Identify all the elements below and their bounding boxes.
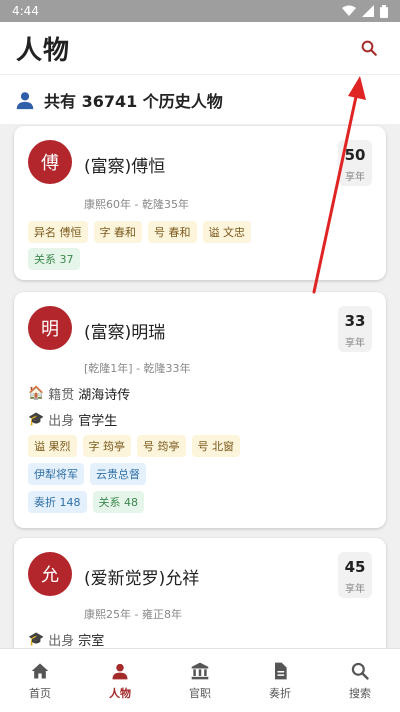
native-place-row: 🏠 籍贯 湖海诗传	[28, 384, 130, 403]
nav-memorials[interactable]: 奏折	[240, 649, 320, 712]
life-dates: 康熙25年 - 雍正8年	[84, 608, 182, 621]
native-place-value: 湖海诗传	[78, 388, 131, 403]
person-name: (富察)明瑞	[84, 323, 166, 343]
age-unit: 享年	[345, 172, 365, 183]
alias-tag: 号 筠亭	[137, 435, 186, 457]
summary-text: 共有 36741 个历史人物	[44, 91, 223, 111]
person-card[interactable]: 明 (富察)明瑞 33 享年 [乾隆1年] - 乾隆33年 🏠 籍贯 湖海诗传 …	[14, 292, 386, 528]
person-list[interactable]: 傅 (富察)傅恒 50 享年 康熙60年 - 乾隆35年 异名 傅恒 字 春和 …	[0, 124, 400, 648]
nav-label: 首页	[29, 686, 51, 700]
search-icon	[351, 662, 369, 680]
origin-row: 🎓 出身 官学生	[28, 410, 117, 429]
alias-tag: 异名 傅恒	[28, 221, 88, 243]
battery-icon	[380, 4, 388, 18]
document-icon	[275, 662, 287, 679]
status-bar: 4:44	[0, 0, 400, 22]
position-tag[interactable]: 云贵总督	[90, 463, 146, 485]
origin-row: 🎓 出身 宗室	[28, 630, 104, 648]
stat-tags: 关系 37	[28, 248, 372, 270]
age-number: 45	[344, 558, 366, 576]
native-place-label: 籍贯	[48, 388, 75, 403]
alias-tag: 谥 文忠	[202, 221, 251, 243]
position-tag[interactable]: 伊犁将军	[28, 463, 84, 485]
nav-official-posts[interactable]: 官职	[160, 649, 240, 712]
relations-tag[interactable]: 关系 37	[28, 248, 80, 270]
nav-label: 官职	[189, 686, 211, 700]
status-time: 4:44	[12, 4, 39, 18]
alias-tag: 号 北窗	[191, 435, 240, 457]
alias-tags: 异名 傅恒 字 春和 号 春和 谥 文忠	[28, 221, 372, 243]
nav-label: 人物	[109, 686, 131, 700]
life-dates: 康熙60年 - 乾隆35年	[84, 198, 189, 211]
age-badge: 50 享年	[338, 140, 372, 186]
nav-person[interactable]: 人物	[80, 649, 160, 712]
bottom-navigation: 首页 人物 官职 奏折 搜索	[0, 648, 400, 712]
alias-tag: 号 春和	[148, 221, 197, 243]
origin-value: 官学生	[78, 414, 118, 429]
nav-label: 搜索	[349, 686, 371, 700]
person-icon	[112, 663, 128, 679]
search-icon	[361, 40, 377, 56]
top-app-bar: 人物	[0, 22, 400, 74]
age-unit: 享年	[345, 338, 365, 349]
wifi-icon	[342, 5, 356, 16]
person-name: (富察)傅恒	[84, 157, 166, 177]
alias-tags: 谥 果烈 字 筠亭 号 筠亭 号 北窗	[28, 435, 372, 457]
age-unit: 享年	[345, 584, 365, 595]
person-card[interactable]: 允 (爱新觉罗)允祥 45 享年 康熙25年 - 雍正8年 🎓 出身 宗室	[14, 538, 386, 648]
age-number: 50	[344, 146, 366, 164]
memorials-tag[interactable]: 奏折 148	[28, 491, 87, 513]
bank-icon	[191, 662, 209, 679]
nav-search[interactable]: 搜索	[320, 649, 400, 712]
origin-label: 出身	[48, 634, 75, 648]
age-badge: 33 享年	[338, 306, 372, 352]
summary-bar: 共有 36741 个历史人物	[0, 74, 400, 124]
graduation-cap-icon: 🎓	[28, 412, 45, 427]
stat-tags: 奏折 148 关系 48	[28, 491, 372, 513]
status-icons	[342, 4, 388, 18]
page-title: 人物	[16, 35, 71, 66]
life-dates: [乾隆1年] - 乾隆33年	[84, 362, 191, 375]
origin-label: 出身	[48, 414, 75, 429]
origin-value: 宗室	[78, 634, 105, 648]
age-badge: 45 享年	[338, 552, 372, 598]
house-icon: 🏠	[28, 386, 45, 401]
graduation-cap-icon: 🎓	[28, 632, 45, 647]
avatar: 傅	[28, 140, 72, 184]
alias-tag: 字 筠亭	[82, 435, 131, 457]
alias-tag: 谥 果烈	[28, 435, 77, 457]
home-icon	[31, 663, 49, 678]
position-tags: 伊犁将军 云贵总督	[28, 463, 372, 485]
signal-icon	[362, 5, 374, 17]
person-card[interactable]: 傅 (富察)傅恒 50 享年 康熙60年 - 乾隆35年 异名 傅恒 字 春和 …	[14, 126, 386, 280]
nav-home[interactable]: 首页	[0, 649, 80, 712]
person-icon	[16, 91, 34, 109]
nav-label: 奏折	[269, 686, 291, 700]
person-name: (爱新觉罗)允祥	[84, 569, 200, 589]
avatar: 允	[28, 552, 72, 596]
avatar: 明	[28, 306, 72, 350]
age-number: 33	[344, 312, 366, 330]
search-button[interactable]	[354, 33, 384, 63]
alias-tag: 字 春和	[93, 221, 142, 243]
relations-tag[interactable]: 关系 48	[92, 491, 144, 513]
